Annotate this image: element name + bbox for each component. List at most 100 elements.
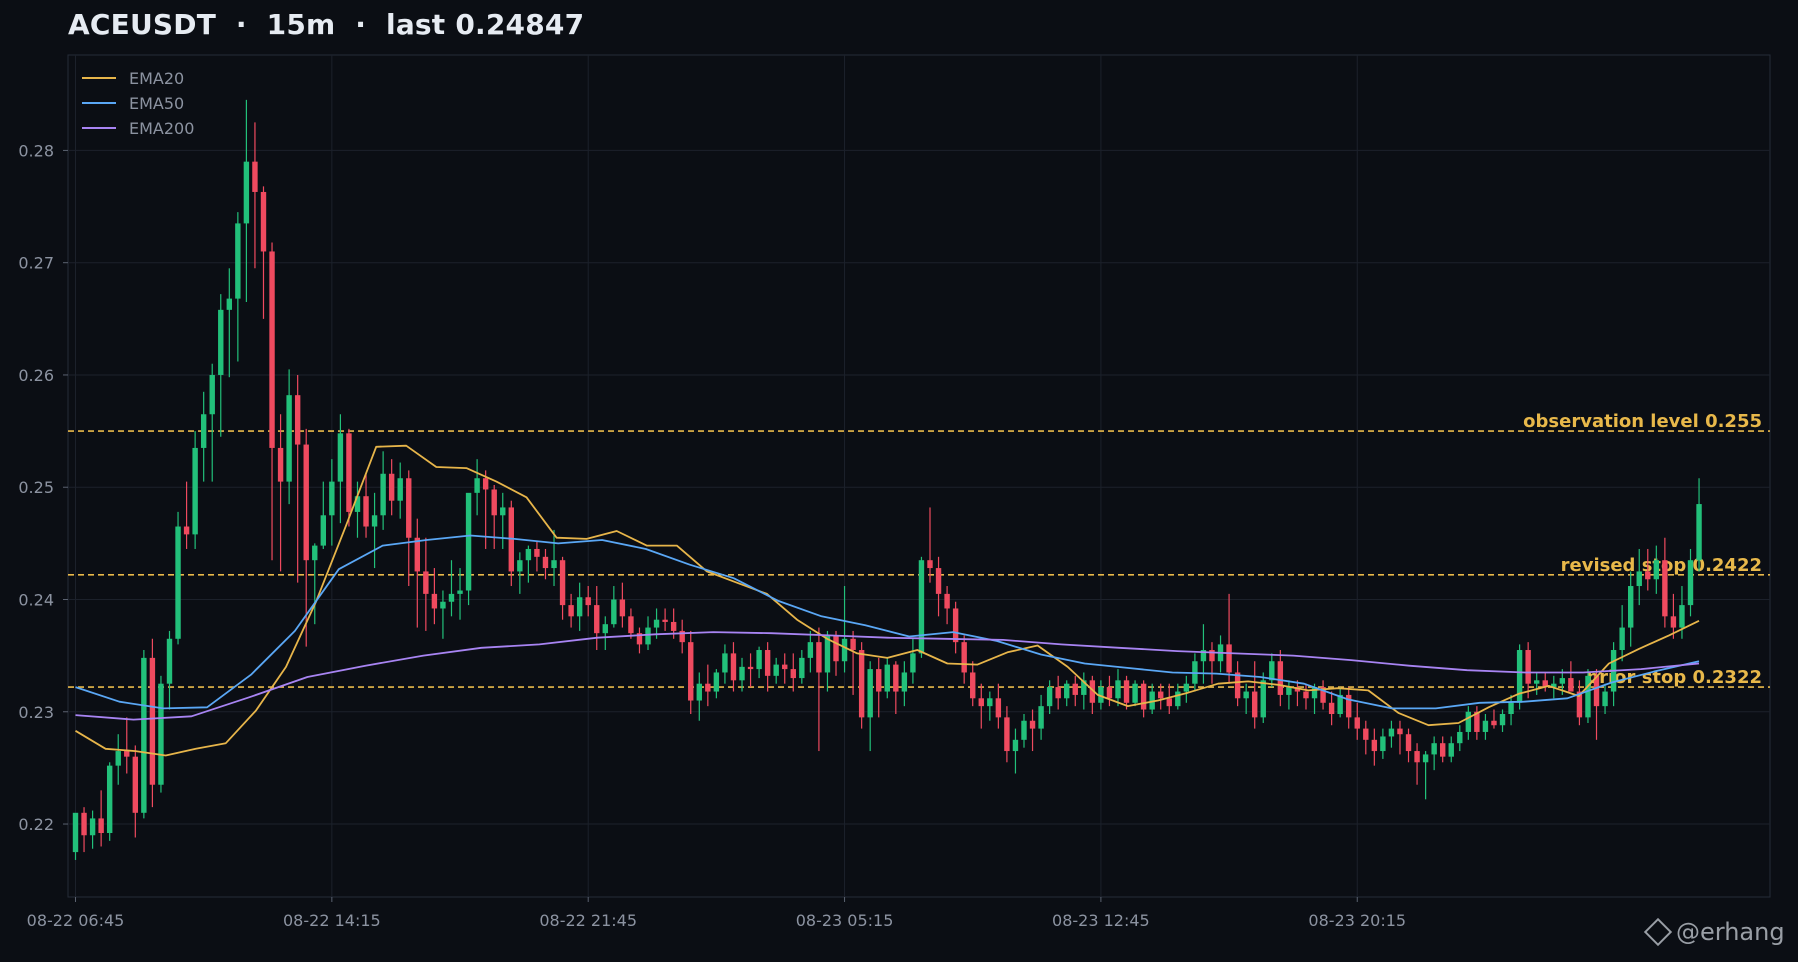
candle-body-up <box>602 624 608 634</box>
candle-body-down <box>1363 728 1369 740</box>
candle-body-up <box>465 492 472 591</box>
x-tick-label: 08-23 20:15 <box>1308 911 1406 930</box>
x-tick-label: 08-22 21:45 <box>539 911 637 930</box>
candle-body-down <box>782 664 788 670</box>
candle-body-down <box>1440 743 1446 757</box>
candle-body-up <box>1499 714 1506 726</box>
candle-body-down <box>431 593 438 609</box>
candle-body-down <box>277 447 284 482</box>
candle-body-down <box>388 473 395 501</box>
candle-body-up <box>218 309 224 375</box>
legend-label: EMA200 <box>129 119 194 138</box>
x-tick-label: 08-23 05:15 <box>796 911 894 930</box>
candle-body-up <box>380 473 386 516</box>
candle-body-up <box>824 635 831 673</box>
candle-body-up <box>397 478 403 501</box>
candle-body-down <box>1072 683 1078 695</box>
candle-body-up <box>457 590 463 594</box>
candle-body-down <box>1004 717 1010 752</box>
candle-body-down <box>1106 687 1113 699</box>
candle-body-up <box>525 548 532 561</box>
candle-body-up <box>312 545 318 561</box>
candle-body-up <box>1286 687 1292 695</box>
candle-body-up <box>1132 683 1138 703</box>
candle-body-down <box>346 433 352 512</box>
candle-body-down <box>491 489 497 516</box>
plot-area <box>67 54 1771 898</box>
candle-body-down <box>1371 739 1378 752</box>
candle-body-up <box>1038 706 1044 729</box>
candle-body-down <box>628 616 634 634</box>
candle-body-up <box>192 447 198 535</box>
candle-body-up <box>440 601 446 609</box>
candle-body-up <box>209 374 215 415</box>
candle-body-down <box>1414 751 1420 763</box>
candle-body-down <box>1568 678 1574 692</box>
y-tick-label: 0.26 <box>18 366 54 385</box>
candle-body-down <box>98 818 104 834</box>
candle-body-down <box>1670 616 1677 628</box>
candle-body-down <box>1405 734 1412 752</box>
candle-body-down <box>970 672 976 699</box>
candle-body-down <box>1123 680 1130 703</box>
candle-body-up <box>1687 560 1694 606</box>
y-tick-label: 0.22 <box>18 815 54 834</box>
candle-body-down <box>1226 644 1232 673</box>
candle-body-down <box>1397 728 1403 735</box>
candle-body-down <box>482 478 489 490</box>
candle-body-down <box>534 548 540 557</box>
candle-body-up <box>1627 586 1634 628</box>
candle-body-up <box>696 683 702 701</box>
candle-body-down <box>363 496 369 527</box>
candle-body-up <box>115 751 121 766</box>
candle-body-down <box>850 638 856 651</box>
candle-body-up <box>1115 680 1121 699</box>
y-tick-label: 0.27 <box>18 254 54 273</box>
candle-body-down <box>688 642 694 701</box>
candle-body-down <box>132 756 139 813</box>
y-tick-label: 0.24 <box>18 590 54 609</box>
candle-body-up <box>235 223 241 299</box>
candle-body-down <box>833 635 839 662</box>
candle-body-down <box>1158 691 1164 699</box>
candle-body-up <box>551 560 557 569</box>
candle-body-up <box>576 597 583 617</box>
candle-body-down <box>1491 720 1497 726</box>
candle-body-up <box>1243 691 1249 699</box>
x-tick-label: 08-23 12:45 <box>1052 911 1150 930</box>
candle-body-up <box>1559 678 1566 684</box>
candle-body-up <box>337 433 344 482</box>
candle-body-down <box>1166 698 1172 707</box>
candle-body-up <box>1012 739 1019 752</box>
candle-body-down <box>662 619 668 622</box>
candle-body-up <box>1696 504 1702 561</box>
candle-body-up <box>1482 720 1489 732</box>
candle-body-down <box>1252 691 1258 718</box>
y-tick-label: 0.28 <box>18 141 54 160</box>
candle-body-up <box>141 657 147 813</box>
candle-body-down <box>1662 560 1668 617</box>
candle-body-down <box>764 650 771 676</box>
candle-body-down <box>893 664 899 692</box>
watermark: @erhang <box>1643 917 1785 947</box>
candle-body-down <box>1303 691 1309 699</box>
candle-body-up <box>713 672 720 692</box>
candlestick-chart: observation level 0.255 revised stop 0.24… <box>18 54 1771 930</box>
candle-body-up <box>1602 691 1608 707</box>
candle-body-up <box>841 638 848 662</box>
candle-body-down <box>559 560 566 606</box>
candle-body-up <box>1183 683 1190 692</box>
candle-body-up <box>1064 683 1070 699</box>
candle-body-down <box>705 683 711 692</box>
candle-body-up <box>884 664 890 692</box>
candle-body-up <box>226 298 233 310</box>
candle-body-down <box>1525 650 1531 684</box>
candle-body-up <box>320 515 327 546</box>
candle-body-down <box>790 669 796 679</box>
legend-label: EMA50 <box>129 94 184 113</box>
candle-body-down <box>423 571 429 594</box>
level-label: revised stop 0.2422 <box>1561 555 1762 576</box>
candle-body-up <box>474 478 480 493</box>
candle-body-up <box>1679 605 1685 628</box>
candle-body-up <box>1636 571 1642 587</box>
